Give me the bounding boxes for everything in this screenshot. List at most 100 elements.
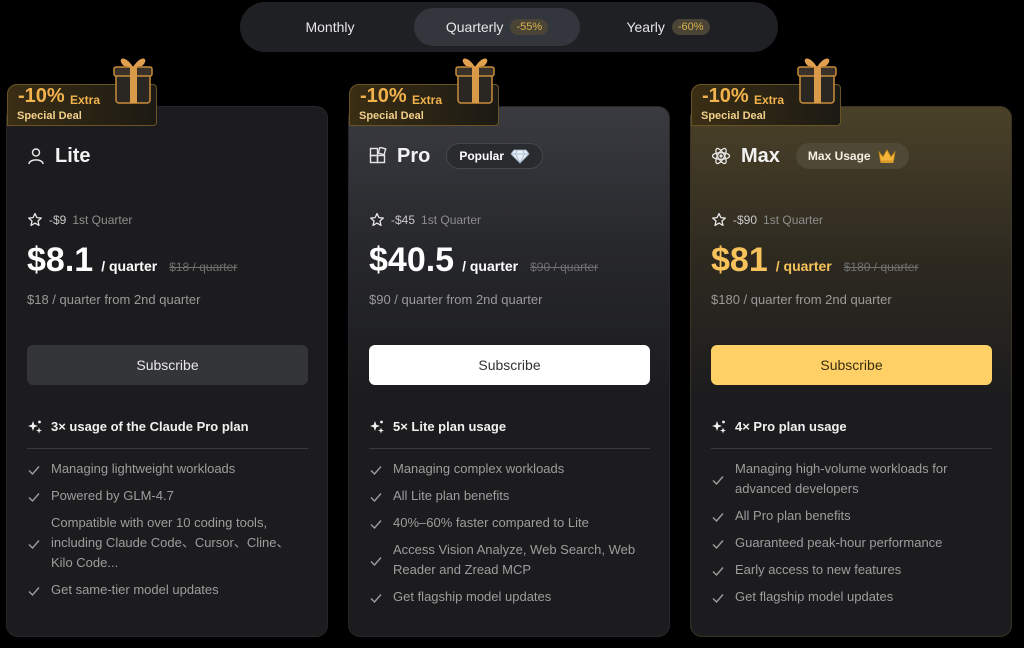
feature-headline-text: 5× Lite plan usage xyxy=(393,419,507,434)
feature-text: Managing high-volume workloads for advan… xyxy=(735,461,948,496)
feature-text: Managing complex workloads xyxy=(393,461,565,476)
feature-headline-text: 4× Pro plan usage xyxy=(735,419,847,434)
tab-quarterly[interactable]: Quarterly -55% xyxy=(414,8,580,46)
deal-extra-label: Extra xyxy=(70,93,101,107)
check-icon xyxy=(712,567,724,577)
sparkle-icon xyxy=(370,420,384,434)
feature-headline: 5× Lite plan usage xyxy=(369,419,650,449)
renewal-price: $180 / quarter from 2nd quarter xyxy=(711,292,892,307)
plan-name: Lite xyxy=(55,144,91,167)
list-item: Early access to new features xyxy=(711,560,992,580)
tab-yearly-label: Yearly xyxy=(626,19,665,35)
quarter-off: -$9 xyxy=(49,213,67,227)
price-period: / quarter xyxy=(462,258,519,274)
first-quarter-discount: -$45 1st Quarter xyxy=(369,212,481,228)
feature-headline-text: 3× usage of the Claude Pro plan xyxy=(51,419,249,434)
price-period: / quarter xyxy=(101,258,158,274)
list-item: Managing high-volume workloads for advan… xyxy=(711,459,992,499)
deal-extra-label: Extra xyxy=(754,93,785,107)
tab-monthly[interactable]: Monthly xyxy=(246,8,414,46)
check-icon xyxy=(712,594,724,604)
feature-text: Managing lightweight workloads xyxy=(51,461,236,476)
feature-text: Compatible with over 10 coding tools, in… xyxy=(51,515,290,570)
subscribe-button[interactable]: Subscribe xyxy=(711,345,992,385)
price-row: $81 / quarter $180 / quarter xyxy=(711,241,918,280)
check-icon xyxy=(370,594,382,604)
feature-text: Powered by GLM-4.7 xyxy=(51,488,174,503)
plan-header: Max Max Usage xyxy=(711,143,909,169)
feature-headline: 4× Pro plan usage xyxy=(711,419,992,449)
deal-extra-label: Extra xyxy=(412,93,443,107)
max-usage-badge: Max Usage xyxy=(795,143,909,169)
plan-name: Max xyxy=(741,144,780,167)
check-icon xyxy=(712,513,724,523)
check-icon xyxy=(28,466,40,476)
list-item: Get same-tier model updates xyxy=(27,580,308,600)
deal-special-label: Special Deal xyxy=(17,110,82,122)
check-icon xyxy=(28,493,40,503)
badge-label: Popular xyxy=(459,149,505,163)
price-period: / quarter xyxy=(775,258,832,274)
feature-list: Managing lightweight workloads Powered b… xyxy=(27,459,308,607)
gift-icon xyxy=(455,58,495,104)
feature-text: All Lite plan benefits xyxy=(393,488,510,503)
yearly-discount-badge: -60% xyxy=(671,19,710,35)
tab-yearly[interactable]: Yearly -60% xyxy=(588,8,748,46)
plan-card-pro: -10% Extra Special Deal Pro Popular -$45… xyxy=(348,58,670,637)
list-item: 40%–60% faster compared to Lite xyxy=(369,513,650,533)
check-icon xyxy=(370,520,382,530)
list-item: Get flagship model updates xyxy=(711,587,992,607)
first-quarter-discount: -$9 1st Quarter xyxy=(27,212,132,228)
feature-text: Get flagship model updates xyxy=(735,589,894,604)
star-icon xyxy=(712,212,726,227)
subscribe-button[interactable]: Subscribe xyxy=(369,345,650,385)
gift-icon xyxy=(797,58,837,104)
price: $8.1 xyxy=(27,241,94,279)
list-item: All Pro plan benefits xyxy=(711,506,992,526)
tab-quarterly-label: Quarterly xyxy=(445,19,504,35)
user-icon xyxy=(28,148,44,165)
quarter-label: 1st Quarter xyxy=(763,213,824,227)
subscribe-button[interactable]: Subscribe xyxy=(27,345,308,385)
grid-icon xyxy=(369,147,387,164)
plan-card-lite: -10% Extra Special Deal Lite -$9 1st Qua… xyxy=(6,58,328,637)
deal-percent: -10% xyxy=(360,85,407,107)
sparkle-icon xyxy=(712,420,726,434)
plan-card-max: -10% Extra Special Deal Max Max Usage -$… xyxy=(690,58,1012,637)
plan-name: Pro xyxy=(397,144,431,167)
sparkle-icon xyxy=(28,420,42,434)
deal-special-label: Special Deal xyxy=(701,110,766,122)
check-icon xyxy=(370,493,382,503)
feature-text: Get same-tier model updates xyxy=(51,582,219,597)
diamond-icon xyxy=(510,149,530,164)
renewal-price: $18 / quarter from 2nd quarter xyxy=(27,292,201,307)
list-item: Access Vision Analyze, Web Search, Web R… xyxy=(369,540,650,580)
feature-text: Access Vision Analyze, Web Search, Web R… xyxy=(393,542,636,577)
feature-text: Guaranteed peak-hour performance xyxy=(735,535,943,550)
quarter-off: -$90 xyxy=(733,213,758,227)
atom-icon xyxy=(711,147,731,165)
quarter-off: -$45 xyxy=(391,213,416,227)
list-item: Managing lightweight workloads xyxy=(27,459,308,479)
check-icon xyxy=(370,557,382,567)
quarter-label: 1st Quarter xyxy=(421,213,482,227)
feature-text: 40%–60% faster compared to Lite xyxy=(393,515,589,530)
feature-list: Managing high-volume workloads for advan… xyxy=(711,459,992,614)
original-price: $90 / quarter xyxy=(530,260,599,274)
deal-special-label: Special Deal xyxy=(359,110,424,122)
popular-badge: Popular xyxy=(446,143,544,169)
feature-text: Early access to new features xyxy=(735,562,902,577)
feature-list: Managing complex workloads All Lite plan… xyxy=(369,459,650,614)
check-icon xyxy=(28,587,40,597)
original-price: $18 / quarter xyxy=(169,260,238,274)
plan-header: Lite xyxy=(27,143,91,169)
special-deal-banner: -10% Extra Special Deal xyxy=(7,58,157,126)
check-icon xyxy=(712,540,724,550)
deal-percent: -10% xyxy=(702,85,749,107)
list-item: All Lite plan benefits xyxy=(369,486,650,506)
star-icon xyxy=(28,212,42,227)
list-item: Guaranteed peak-hour performance xyxy=(711,533,992,553)
original-price: $180 / quarter xyxy=(843,260,919,274)
quarter-label: 1st Quarter xyxy=(72,213,133,227)
deal-percent: -10% xyxy=(18,85,65,107)
